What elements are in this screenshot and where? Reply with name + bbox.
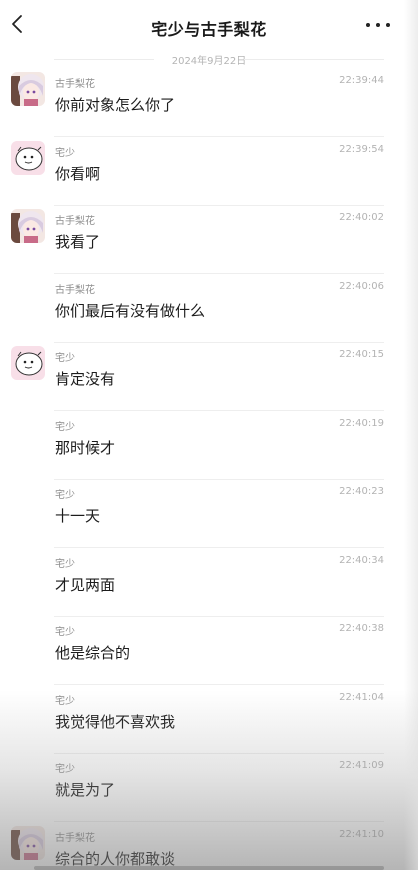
sender-name: 宅少: [55, 764, 75, 775]
sender-name: 宅少: [55, 695, 75, 707]
message-time: 22:40:06: [339, 280, 384, 292]
message-time: 22:39:54: [339, 143, 384, 155]
message-text: 你看啊: [55, 164, 101, 183]
bottom-bar: [34, 866, 384, 870]
avatar-anime-girl[interactable]: [11, 72, 45, 106]
message-text: 就是为了: [55, 781, 116, 799]
message-time: 22:40:02: [339, 212, 384, 223]
sender-name: 宅少: [55, 147, 75, 159]
message-text: 他是综合的: [55, 644, 131, 662]
avatar-cartoon-face[interactable]: [11, 140, 45, 175]
sender-name: 古手梨花: [55, 832, 95, 844]
sender-name: 古手梨花: [55, 216, 95, 227]
message-time: 22:39:44: [339, 75, 384, 86]
message-text: 十一天: [55, 507, 101, 525]
sender-name: 古手梨花: [55, 284, 95, 296]
message-record[interactable]: 宅少 22:39:54 你看啊: [0, 138, 418, 206]
avatar-cartoon-face[interactable]: [11, 346, 45, 380]
message-time: 22:41:10: [339, 828, 384, 840]
message-record[interactable]: 宅少 22:40:23 十一天: [0, 480, 418, 548]
message-record[interactable]: 宅少 22:40:38 他是综合的: [0, 617, 418, 685]
avatar-anime-girl[interactable]: [11, 209, 45, 243]
avatar-anime-girl[interactable]: [11, 825, 45, 860]
message-record[interactable]: 古手梨花 22:40:02 我看了: [0, 206, 418, 274]
message-text: 你前对象怎么你了: [55, 96, 176, 114]
message-time: 22:41:09: [339, 760, 384, 771]
message-time: 22:40:19: [339, 417, 384, 429]
message-time: 22:40:15: [339, 349, 384, 360]
chat-history-screen: 宅少与古手梨花 2024年9月22日 古手梨花 22:39:44 你前对象怎么你了宅…: [0, 0, 418, 870]
message-text: 肯定没有: [55, 370, 116, 388]
message-text: 我看了: [55, 233, 101, 251]
message-record[interactable]: 古手梨花 22:39:44 你前对象怎么你了: [0, 69, 418, 137]
message-record[interactable]: 宅少 22:41:04 我觉得他不喜欢我: [0, 686, 418, 754]
sender-name: 宅少: [55, 353, 75, 364]
message-record[interactable]: 宅少 22:40:19 那时候才: [0, 412, 418, 480]
message-record[interactable]: 宅少 22:40:34 才见两面: [0, 549, 418, 617]
message-text: 我觉得他不喜欢我: [55, 712, 176, 731]
message-record[interactable]: 宅少 22:40:15 肯定没有: [0, 343, 418, 411]
sender-name: 宅少: [55, 490, 75, 501]
message-time: 22:40:34: [339, 554, 384, 566]
message-list[interactable]: 古手梨花 22:39:44 你前对象怎么你了 宅少 22:39:54 你看啊 古手梨花 22:…: [0, 0, 418, 870]
message-record[interactable]: 宅少 22:41:09 就是为了: [0, 754, 418, 822]
sender-name: 宅少: [55, 421, 75, 433]
message-time: 22:41:04: [339, 691, 384, 703]
message-text: 才见两面: [55, 575, 116, 594]
message-time: 22:40:23: [339, 486, 384, 497]
message-record[interactable]: 古手梨花 22:41:10 综合的人你都敢谈: [0, 823, 418, 870]
message-time: 22:40:38: [339, 623, 384, 634]
message-text: 你们最后有没有做什么: [55, 301, 206, 320]
sender-name: 古手梨花: [55, 79, 95, 90]
message-record[interactable]: 古手梨花 22:40:06 你们最后有没有做什么: [0, 275, 418, 343]
sender-name: 宅少: [55, 627, 75, 638]
message-text: 那时候才: [55, 438, 116, 457]
sender-name: 宅少: [55, 558, 75, 570]
